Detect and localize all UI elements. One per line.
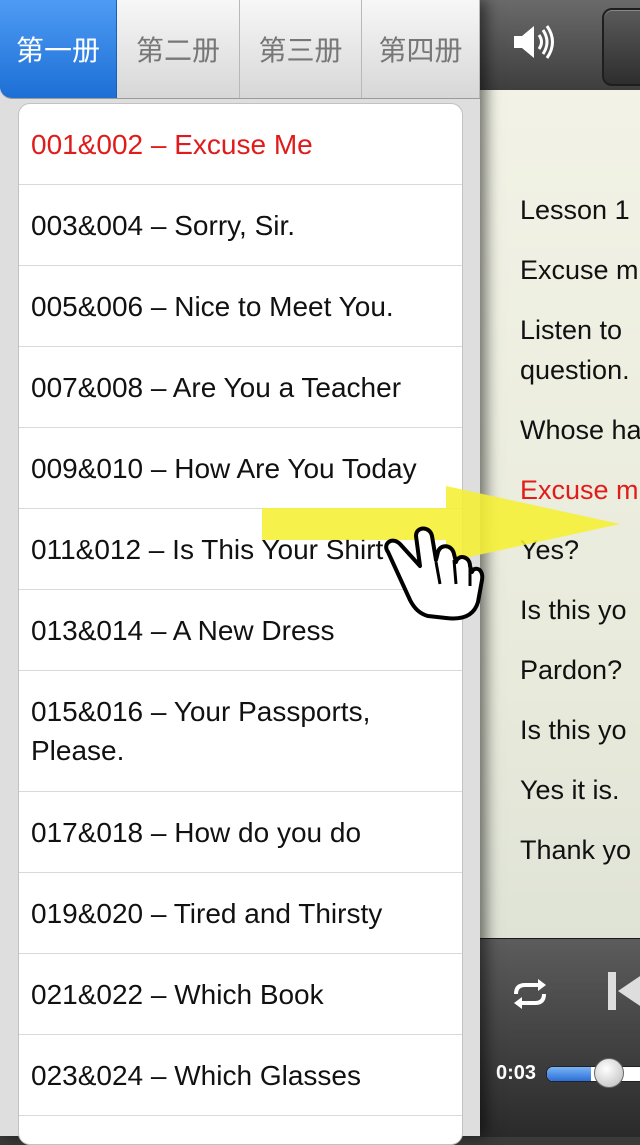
lesson-list-item[interactable]: 019&020 – Tired and Thirsty	[19, 873, 462, 954]
lesson-line: Pardon?	[520, 655, 623, 685]
lesson-title: 021&022 – Which Book	[31, 978, 324, 1010]
lesson-title: 015&016 – Your Passports, Please.	[31, 696, 371, 766]
lesson-line: Yes it is.	[520, 775, 620, 805]
lesson-line: Whose ha	[520, 415, 640, 445]
lesson-list[interactable]: 001&002 – Excuse Me 003&004 – Sorry, Sir.…	[18, 103, 463, 1145]
tab-book-2[interactable]: 第二册	[117, 0, 240, 98]
reader-pane: Lesson 1 Excuse m Listen to question. Whose …	[480, 0, 640, 1137]
previous-track-icon[interactable]	[606, 968, 640, 1014]
lesson-list-item[interactable]: 005&006 – Nice to Meet You.	[19, 266, 462, 347]
lesson-list-item[interactable]: 021&022 – Which Book	[19, 954, 462, 1035]
lesson-line: Is this yo	[520, 715, 627, 745]
lesson-line: Excuse m	[520, 255, 639, 285]
speaker-icon[interactable]	[510, 18, 558, 66]
tab-book-3[interactable]: 第三册	[240, 0, 362, 98]
lesson-title: 001&002 – Excuse Me	[31, 128, 313, 160]
tab-book-4[interactable]: 第四册	[362, 0, 480, 98]
lesson-title: 007&008 – Are You a Teacher	[31, 371, 402, 403]
lesson-line: Listen to	[520, 315, 623, 345]
lesson-line: Thank yo	[520, 835, 632, 865]
book-tabs: 第一册 第二册 第三册 第四册	[0, 0, 480, 99]
lesson-list-item[interactable]: 007&008 – Are You a Teacher	[19, 347, 462, 428]
progress-slider[interactable]	[546, 1066, 640, 1082]
lesson-title: 003&004 – Sorry, Sir.	[31, 209, 296, 241]
lesson-title: 005&006 – Nice to Meet You.	[31, 290, 394, 322]
reader-toolbar	[480, 0, 640, 91]
pointing-hand-icon	[384, 526, 485, 621]
lesson-title: 009&010 – How Are You Today	[31, 452, 417, 484]
toolbar-button[interactable]	[602, 8, 640, 86]
playback-time: 0:03	[496, 1062, 537, 1084]
lesson-list-item[interactable]: 017&018 – How do you do	[19, 792, 462, 873]
progress-slider-knob[interactable]	[594, 1058, 624, 1088]
repeat-icon[interactable]	[510, 978, 550, 1010]
lesson-title: 017&018 – How do you do	[31, 816, 362, 848]
lesson-title: 023&024 – Which Glasses	[31, 1059, 361, 1091]
lesson-line: question.	[520, 355, 630, 385]
lesson-list-item[interactable]: 015&016 – Your Passports, Please.	[19, 671, 462, 792]
lesson-list-item[interactable]: 003&004 – Sorry, Sir.	[19, 185, 462, 266]
lesson-list-item[interactable]: 023&024 – Which Glasses	[19, 1035, 462, 1116]
lesson-line: Is this yo	[520, 595, 627, 625]
lesson-list-item[interactable]: 001&002 – Excuse Me	[19, 104, 462, 185]
progress-fill	[547, 1067, 591, 1081]
lesson-title: 013&014 – A New Dress	[31, 614, 335, 646]
lesson-title: 019&020 – Tired and Thirsty	[31, 897, 383, 929]
lesson-line: Lesson 1	[520, 195, 630, 225]
tab-book-1[interactable]: 第一册	[0, 0, 117, 98]
